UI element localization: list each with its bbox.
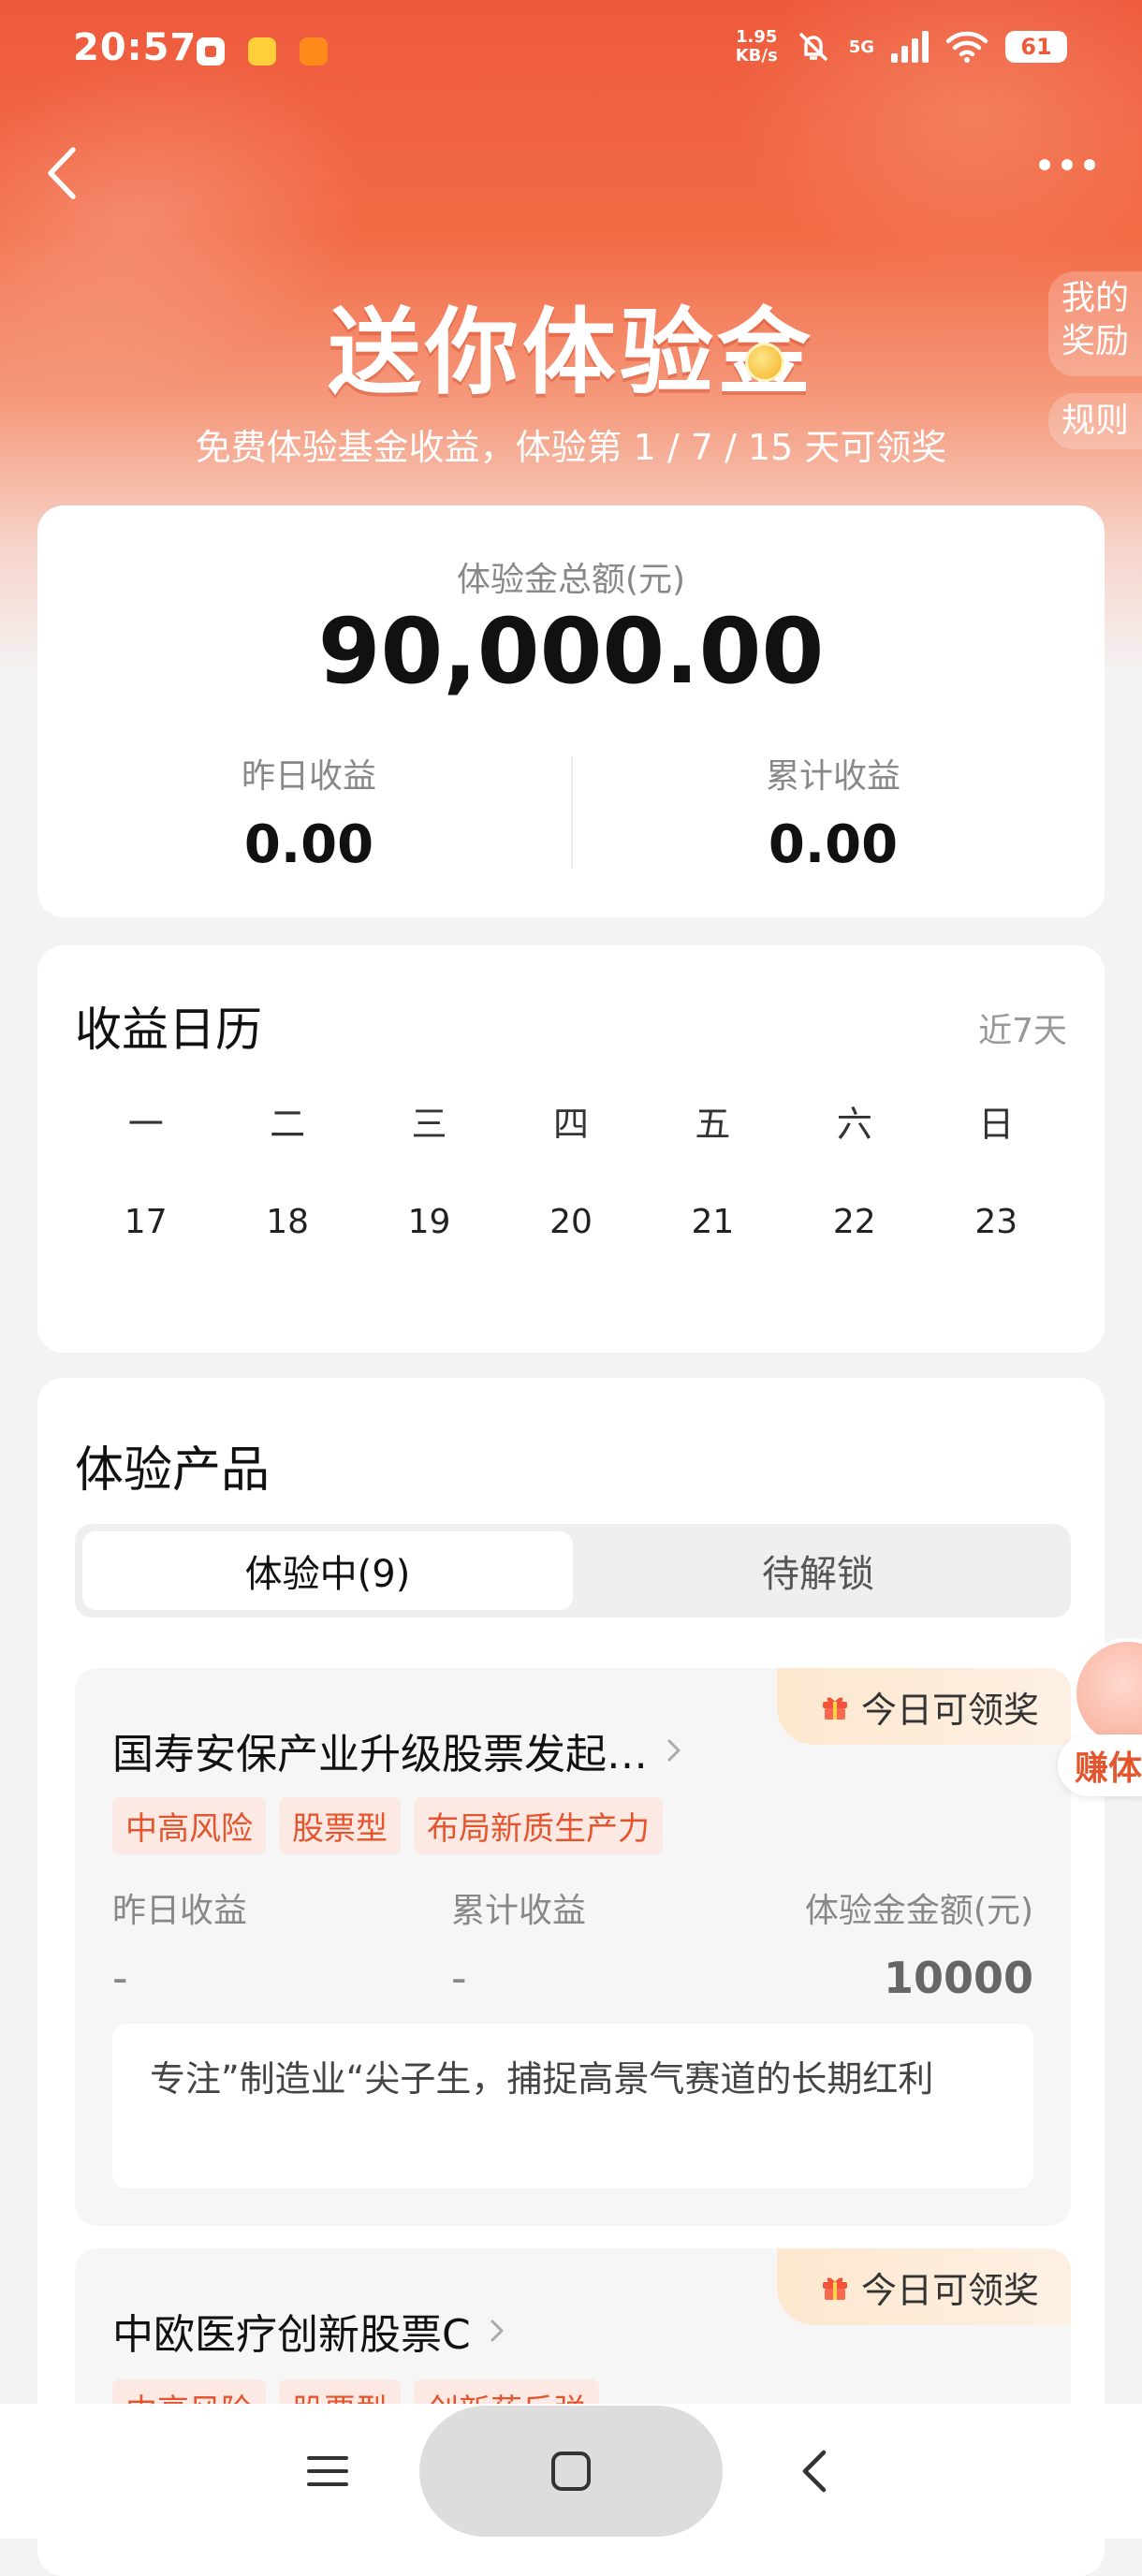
divider xyxy=(571,756,573,869)
calendar-day[interactable]: 22 xyxy=(783,1203,925,1241)
claim-badge[interactable]: 今日可领奖 xyxy=(776,2248,1071,2325)
signal-icon xyxy=(891,31,929,63)
network-speed: 1.95 KB/s xyxy=(735,27,778,66)
back-button[interactable] xyxy=(37,140,94,206)
network-type: 5G xyxy=(848,37,874,57)
chevron-right-icon xyxy=(667,1739,681,1762)
weekday-label: 五 xyxy=(695,1104,731,1145)
page-title: 送你体验金 xyxy=(328,298,814,407)
tab-to-unlock[interactable]: 待解锁 xyxy=(573,1531,1063,1610)
claim-badge[interactable]: 今日可领奖 xyxy=(776,1668,1071,1745)
gift-icon xyxy=(822,2277,847,2300)
calendar-day[interactable]: 21 xyxy=(642,1203,783,1241)
tab-in-experience[interactable]: 体验中(9) xyxy=(82,1531,573,1610)
wifi-icon xyxy=(945,31,988,63)
yesterday-value: 0.00 xyxy=(243,814,374,875)
more-horizontal-icon xyxy=(1039,159,1050,170)
home-square-icon xyxy=(551,2452,591,2491)
nav-back-button[interactable] xyxy=(768,2404,861,2539)
status-time: 20:57 xyxy=(73,26,198,69)
fund-name-text: 国寿安保产业升级股票发起… xyxy=(112,1731,648,1778)
nav-menu-button[interactable] xyxy=(281,2404,374,2539)
nav-home-button[interactable] xyxy=(419,2404,723,2539)
metric-label: 体验金金额(元) xyxy=(804,1892,1033,1930)
type-tag: 股票型 xyxy=(279,1797,401,1854)
product-tabs: 体验中(9) 待解锁 xyxy=(75,1524,1071,1617)
weekday-label: 二 xyxy=(270,1104,306,1145)
weekday-label: 三 xyxy=(411,1104,447,1145)
cumulative-earnings: 累计收益 0.00 xyxy=(590,749,1076,875)
my-rewards-label: 我的奖励 xyxy=(1061,279,1129,360)
yesterday-label: 昨日收益 xyxy=(241,757,376,796)
claim-badge-label: 今日可领奖 xyxy=(860,1689,1039,1731)
fund-name[interactable]: 国寿安保产业升级股票发起… xyxy=(112,1720,683,1780)
weekday-row: 一 二 三 四 五 六 日 xyxy=(37,1095,1105,1147)
my-rewards-tab[interactable]: 我的奖励 xyxy=(1048,271,1142,376)
date-row: 17 18 19 20 21 22 23 xyxy=(37,1203,1105,1241)
metric-label: 累计收益 xyxy=(451,1892,587,1930)
cumulative-label: 累计收益 xyxy=(765,757,900,796)
earnings-calendar: 收益日历 近7天 一 二 三 四 五 六 日 17 18 19 20 21 22… xyxy=(37,945,1105,1353)
back-triangle-icon xyxy=(802,2450,827,2493)
yesterday-earnings: 昨日收益 0.00 xyxy=(66,749,552,875)
risk-tag: 中高风险 xyxy=(112,1797,266,1854)
calendar-day[interactable]: 23 xyxy=(926,1203,1067,1241)
calendar-day[interactable]: 19 xyxy=(359,1203,500,1241)
notification-app-icon xyxy=(197,37,225,66)
battery-indicator: 61 xyxy=(1005,31,1067,63)
weekday-label: 一 xyxy=(127,1104,164,1145)
weekday-label: 四 xyxy=(552,1104,589,1145)
page-subtitle: 免费体验基金收益，体验第 1 / 7 / 15 天可领奖 xyxy=(195,427,947,468)
metric-label: 昨日收益 xyxy=(112,1892,248,1930)
cumulative-value: 0.00 xyxy=(768,814,899,875)
metric-value: 10000 xyxy=(883,1953,1033,2003)
fund-amount: 体验金金额(元) 10000 xyxy=(805,1883,1033,2003)
metric-value: - xyxy=(112,1953,128,2003)
fund-name[interactable]: 中欧医疗创新股票C xyxy=(112,2301,506,2361)
floating-reward-label[interactable]: 赚体 xyxy=(1058,1734,1142,1796)
fund-name-text: 中欧医疗创新股票C xyxy=(112,2311,471,2359)
calendar-title: 收益日历 xyxy=(75,1003,262,1057)
fund-tags: 中高风险 股票型 布局新质生产力 xyxy=(112,1797,663,1854)
notification-app-icon xyxy=(300,37,328,66)
notification-app-icon xyxy=(248,37,276,66)
calendar-day[interactable]: 17 xyxy=(75,1203,216,1241)
claim-badge-label: 今日可领奖 xyxy=(860,2269,1039,2311)
system-navbar xyxy=(0,2404,1142,2539)
calendar-range[interactable]: 近7天 xyxy=(978,1003,1067,1052)
chevron-left-icon xyxy=(48,147,76,199)
fund-description: 专注”制造业“尖子生，捕捉高景气赛道的长期红利 xyxy=(112,2024,1033,2188)
total-label: 体验金总额(元) xyxy=(456,561,686,599)
products-card: 体验产品 体验中(9) 待解锁 今日可领奖 国寿安保产业升级股票发起… 中高风险… xyxy=(37,1378,1105,2576)
products-title: 体验产品 xyxy=(75,1442,271,1499)
rules-tab[interactable]: 规则 xyxy=(1048,393,1142,449)
weekday-label: 六 xyxy=(836,1104,872,1145)
fund-cumulative: 累计收益 - xyxy=(451,1883,586,2003)
weekday-label: 日 xyxy=(978,1104,1015,1145)
menu-icon xyxy=(307,2456,348,2486)
status-bar: 20:57 1.95 KB/s 5G 61 xyxy=(0,0,1142,103)
status-indicators: 1.95 KB/s 5G 61 xyxy=(736,28,1067,66)
summary-card: 体验金总额(元) 90,000.00 昨日收益 0.00 累计收益 0.00 xyxy=(37,505,1105,917)
fund-yesterday: 昨日收益 - xyxy=(112,1883,247,2003)
coin-icon xyxy=(745,343,784,382)
total-amount: 90,000.00 xyxy=(317,599,825,704)
gift-icon xyxy=(822,1697,847,1720)
metric-value: - xyxy=(451,1953,467,2003)
mute-bell-icon xyxy=(798,32,827,62)
chevron-right-icon xyxy=(490,2320,504,2342)
calendar-day[interactable]: 18 xyxy=(216,1203,358,1241)
calendar-day[interactable]: 20 xyxy=(500,1203,641,1241)
more-button[interactable] xyxy=(1039,159,1095,170)
theme-tag: 布局新质生产力 xyxy=(414,1797,663,1854)
fund-card[interactable]: 今日可领奖 国寿安保产业升级股票发起… 中高风险 股票型 布局新质生产力 昨日收… xyxy=(75,1668,1071,2226)
